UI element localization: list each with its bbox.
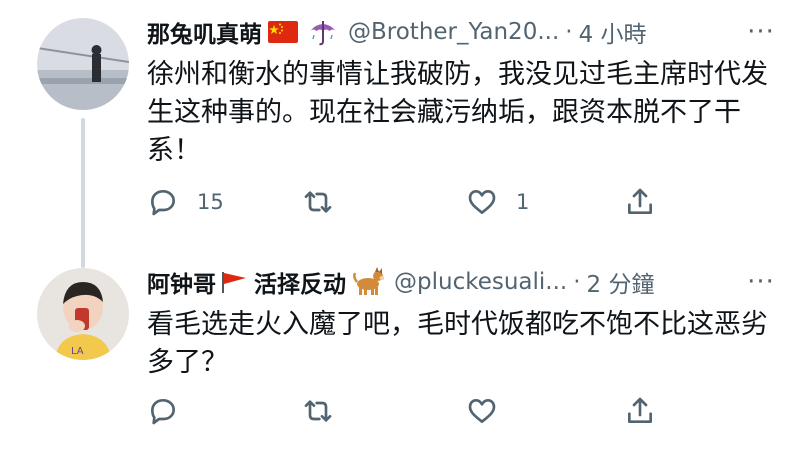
tweet-actions bbox=[0, 391, 800, 431]
handle[interactable]: @pluckesuali... bbox=[394, 269, 567, 295]
tweet-header: 阿钟哥 活择反动 @pluckesuali... · 2 分鐘 bbox=[147, 264, 655, 300]
share-icon bbox=[628, 397, 652, 423]
avatar-image bbox=[37, 18, 129, 110]
like-count: 1 bbox=[516, 190, 530, 214]
display-name[interactable]: 那兔叽真萌 bbox=[147, 15, 262, 49]
like-button[interactable] bbox=[466, 391, 516, 431]
more-options-icon[interactable]: ··· bbox=[744, 15, 778, 49]
share-icon bbox=[628, 188, 652, 214]
reply-button[interactable]: 15 bbox=[147, 182, 224, 222]
avatar-image: LA bbox=[37, 268, 129, 360]
share-button[interactable] bbox=[624, 391, 656, 431]
separator-dot: · bbox=[565, 19, 573, 45]
display-name[interactable]: 阿钟哥 bbox=[147, 265, 216, 299]
retweet-button[interactable] bbox=[302, 182, 352, 222]
avatar[interactable]: LA bbox=[37, 268, 129, 360]
triangular-flag-icon bbox=[220, 270, 248, 294]
more-options-icon[interactable]: ··· bbox=[744, 265, 778, 299]
timestamp[interactable]: 2 分鐘 bbox=[587, 265, 655, 299]
tweet-text: 看毛选走火入魔了吧，毛时代饭都吃不饱不比这恶劣多了？ bbox=[147, 309, 768, 378]
reply-icon bbox=[151, 399, 175, 425]
tweet-2[interactable]: LA 阿钟哥 活择反动 @pluckesuali... · 2 分鐘 ··· 看… bbox=[0, 240, 800, 458]
reply-icon bbox=[151, 190, 175, 216]
heart-icon bbox=[468, 399, 496, 423]
tweet-text: 徐州和衡水的事情让我破防，我没见过毛主席时代发生这种事的。现在社会藏污纳垢，跟资… bbox=[147, 59, 768, 166]
separator-dot: · bbox=[573, 269, 581, 295]
share-button[interactable] bbox=[624, 182, 656, 222]
avatar[interactable] bbox=[37, 18, 129, 110]
svg-text:LA: LA bbox=[71, 346, 84, 357]
display-name-suffix[interactable]: 活择反动 bbox=[254, 265, 346, 299]
china-flag-icon bbox=[268, 21, 298, 43]
tweet-1[interactable]: 那兔叽真萌 @Brother_Yan20... · 4 小時 ··· 徐州和衡水… bbox=[0, 0, 800, 268]
like-button[interactable]: 1 bbox=[466, 182, 529, 222]
reply-button[interactable] bbox=[147, 391, 197, 431]
dog-icon bbox=[352, 267, 384, 297]
tweet-actions: 15 1 bbox=[0, 182, 800, 222]
handle[interactable]: @Brother_Yan20... bbox=[348, 19, 559, 45]
retweet-icon bbox=[304, 191, 332, 213]
retweet-button[interactable] bbox=[302, 391, 352, 431]
umbrella-rain-icon bbox=[308, 17, 338, 47]
heart-icon bbox=[468, 190, 496, 214]
tweet-header: 那兔叽真萌 @Brother_Yan20... · 4 小時 bbox=[147, 14, 647, 50]
timestamp[interactable]: 4 小時 bbox=[579, 15, 647, 49]
reply-count: 15 bbox=[197, 190, 224, 214]
retweet-icon bbox=[304, 400, 332, 422]
